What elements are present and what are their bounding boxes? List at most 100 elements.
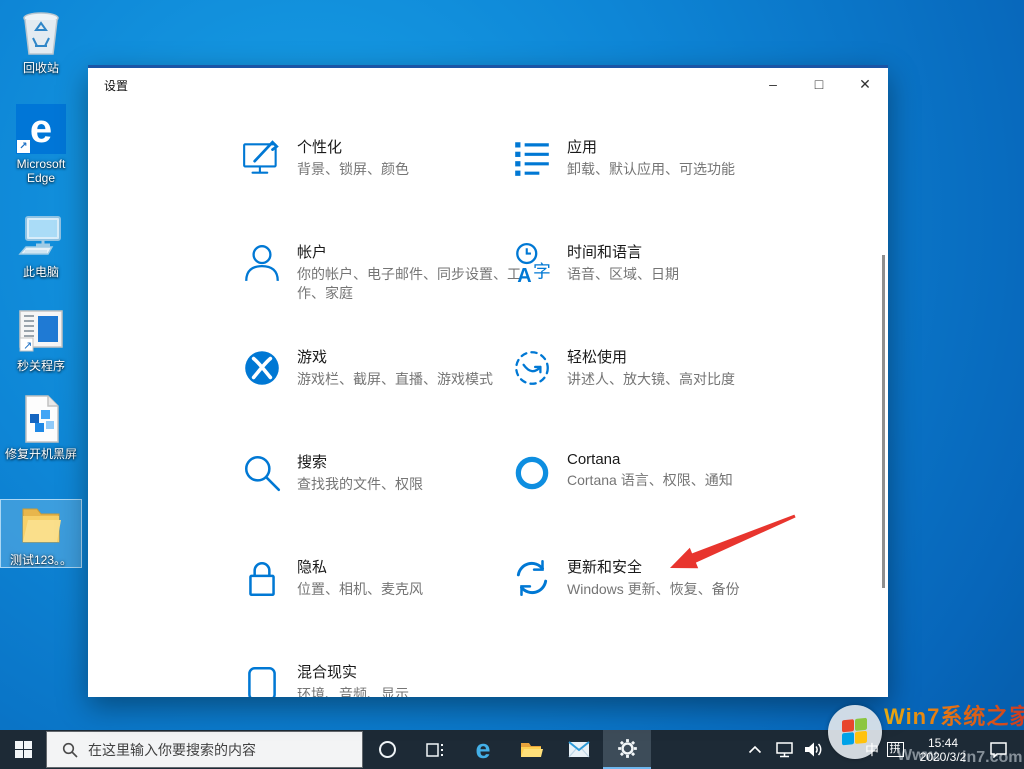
- cortana-button[interactable]: [363, 730, 411, 769]
- mail-button[interactable]: [555, 730, 603, 769]
- scrollbar-thumb[interactable]: [882, 255, 885, 588]
- search-icon: [240, 451, 284, 495]
- desktop-icon-label: Microsoft Edge: [1, 157, 81, 185]
- settings-gear-icon: [617, 738, 638, 759]
- settings-tile-accounts[interactable]: 帐户 你的帐户、电子邮件、同步设置、工作、家庭: [240, 241, 537, 303]
- mixed-reality-icon: [240, 661, 284, 697]
- start-button[interactable]: [0, 730, 46, 769]
- tile-title: 应用: [567, 136, 807, 157]
- action-center-icon: [989, 741, 1008, 758]
- desktop-icon-label: 回收站: [23, 61, 59, 75]
- recycle-bin-icon: [16, 8, 66, 58]
- tile-subtitle: 卸载、默认应用、可选功能: [567, 160, 807, 179]
- settings-tile-gaming[interactable]: 游戏 游戏栏、截屏、直播、游戏模式: [240, 346, 537, 390]
- settings-tile-update-security[interactable]: 更新和安全 Windows 更新、恢复、备份: [510, 556, 807, 600]
- privacy-lock-icon: [240, 556, 284, 600]
- ime-mode-label: 拼: [887, 742, 904, 757]
- search-placeholder: 在这里输入你要搜索的内容: [88, 740, 256, 760]
- tile-subtitle: Cortana 语言、权限、通知: [567, 471, 807, 490]
- edge-taskbar-button[interactable]: e: [459, 730, 507, 769]
- settings-tile-personalization[interactable]: 个性化 背景、锁屏、颜色: [240, 136, 537, 180]
- taskbar-clock[interactable]: 15:44 2020/3/2: [906, 730, 980, 769]
- task-view-button[interactable]: [411, 730, 459, 769]
- tile-subtitle: 你的帐户、电子邮件、同步设置、工作、家庭: [297, 265, 537, 303]
- gaming-xbox-icon: [240, 346, 284, 390]
- desktop-icon-app-shortcut[interactable]: ↗ 秒关程序: [1, 306, 81, 373]
- apps-icon: [510, 136, 554, 180]
- network-tray-button[interactable]: [770, 730, 798, 769]
- tile-subtitle: 语音、区域、日期: [567, 265, 807, 284]
- edge-icon: e ↗: [16, 104, 66, 154]
- settings-tile-ease-of-access[interactable]: 轻松使用 讲述人、放大镜、高对比度: [510, 346, 807, 390]
- tile-title: 帐户: [297, 241, 537, 262]
- tile-title: 个性化: [297, 136, 537, 157]
- file-explorer-button[interactable]: [507, 730, 555, 769]
- tray-chevron-button[interactable]: [740, 730, 770, 769]
- tile-subtitle: 环境、音频、显示: [297, 685, 537, 697]
- tile-subtitle: 背景、锁屏、颜色: [297, 160, 537, 179]
- watermark-site-name: Win7系统之家: [884, 699, 1024, 731]
- update-security-icon: [510, 556, 554, 600]
- desktop-icon-label: 秒关程序: [17, 359, 65, 373]
- close-button[interactable]: ✕: [842, 68, 888, 100]
- tile-title: 隐私: [297, 556, 537, 577]
- tile-title: 轻松使用: [567, 346, 807, 367]
- ime-mode-indicator[interactable]: 拼: [884, 730, 906, 769]
- speaker-icon: [803, 741, 822, 758]
- time-language-icon: A 字: [510, 241, 554, 285]
- svg-text:A: A: [517, 265, 531, 284]
- system-tray: 中 拼 15:44 2020/3/2: [740, 730, 1024, 769]
- desktop-icon-edge[interactable]: e ↗ Microsoft Edge: [1, 104, 81, 185]
- tile-subtitle: 讲述人、放大镜、高对比度: [567, 370, 807, 389]
- settings-window: 设置 – □ ✕ 个性化 背景、锁屏、颜色: [88, 65, 888, 697]
- tile-title: 更新和安全: [567, 556, 807, 577]
- personalization-icon: [240, 136, 284, 180]
- settings-tile-cortana[interactable]: Cortana Cortana 语言、权限、通知: [510, 451, 807, 495]
- desktop-icon-label: 修复开机黑屏: [5, 447, 77, 461]
- tile-title: 混合现实: [297, 661, 537, 682]
- clock-date: 2020/3/2: [920, 750, 967, 764]
- taskbar-search-input[interactable]: 在这里输入你要搜索的内容: [46, 731, 363, 768]
- network-icon: [775, 741, 794, 758]
- desktop-icon-test-folder[interactable]: 测试123。。: [1, 500, 81, 567]
- ease-of-access-icon: [510, 346, 554, 390]
- settings-tile-mixed-reality[interactable]: 混合现实 环境、音频、显示: [240, 661, 537, 697]
- desktop-icon-this-pc[interactable]: 此电脑: [1, 212, 81, 279]
- clock-time: 15:44: [928, 736, 958, 750]
- cortana-icon: [379, 741, 396, 758]
- registry-file-icon: [16, 394, 66, 444]
- accounts-icon: [240, 241, 284, 285]
- file-explorer-icon: [519, 740, 543, 760]
- tile-title: 时间和语言: [567, 241, 807, 262]
- volume-tray-button[interactable]: [798, 730, 826, 769]
- tile-title: 搜索: [297, 451, 537, 472]
- search-icon: [62, 742, 78, 758]
- action-center-button[interactable]: [980, 730, 1016, 769]
- settings-tile-apps[interactable]: 应用 卸载、默认应用、可选功能: [510, 136, 807, 180]
- desktop-icon-recycle-bin[interactable]: 回收站: [1, 8, 81, 75]
- titlebar[interactable]: 设置 – □ ✕: [88, 68, 888, 102]
- desktop-icon-registry-fix[interactable]: 修复开机黑屏: [1, 394, 81, 461]
- chevron-up-icon: [748, 745, 762, 754]
- settings-tile-search[interactable]: 搜索 查找我的文件、权限: [240, 451, 537, 495]
- tile-subtitle: 位置、相机、麦克风: [297, 580, 537, 599]
- window-title: 设置: [104, 77, 128, 94]
- tile-title: 游戏: [297, 346, 537, 367]
- mail-icon: [568, 741, 590, 758]
- tile-subtitle: 查找我的文件、权限: [297, 475, 537, 494]
- svg-text:字: 字: [533, 262, 551, 282]
- settings-tile-time-language[interactable]: A 字 时间和语言 语音、区域、日期: [510, 241, 807, 285]
- shortcut-arrow-icon: ↗: [17, 140, 30, 153]
- folder-icon: [16, 500, 66, 550]
- svg-text:↗: ↗: [23, 340, 32, 352]
- edge-icon: e: [475, 736, 490, 763]
- app-window-icon: ↗: [16, 306, 66, 356]
- taskbar: 在这里输入你要搜索的内容 e: [0, 730, 1024, 769]
- settings-taskbar-button[interactable]: [603, 730, 651, 769]
- cortana-icon: [510, 451, 554, 495]
- minimize-button[interactable]: –: [750, 68, 796, 100]
- settings-tile-privacy[interactable]: 隐私 位置、相机、麦克风: [240, 556, 537, 600]
- maximize-button[interactable]: □: [796, 68, 842, 100]
- this-pc-icon: [16, 212, 66, 262]
- ime-language-indicator[interactable]: 中: [860, 730, 884, 769]
